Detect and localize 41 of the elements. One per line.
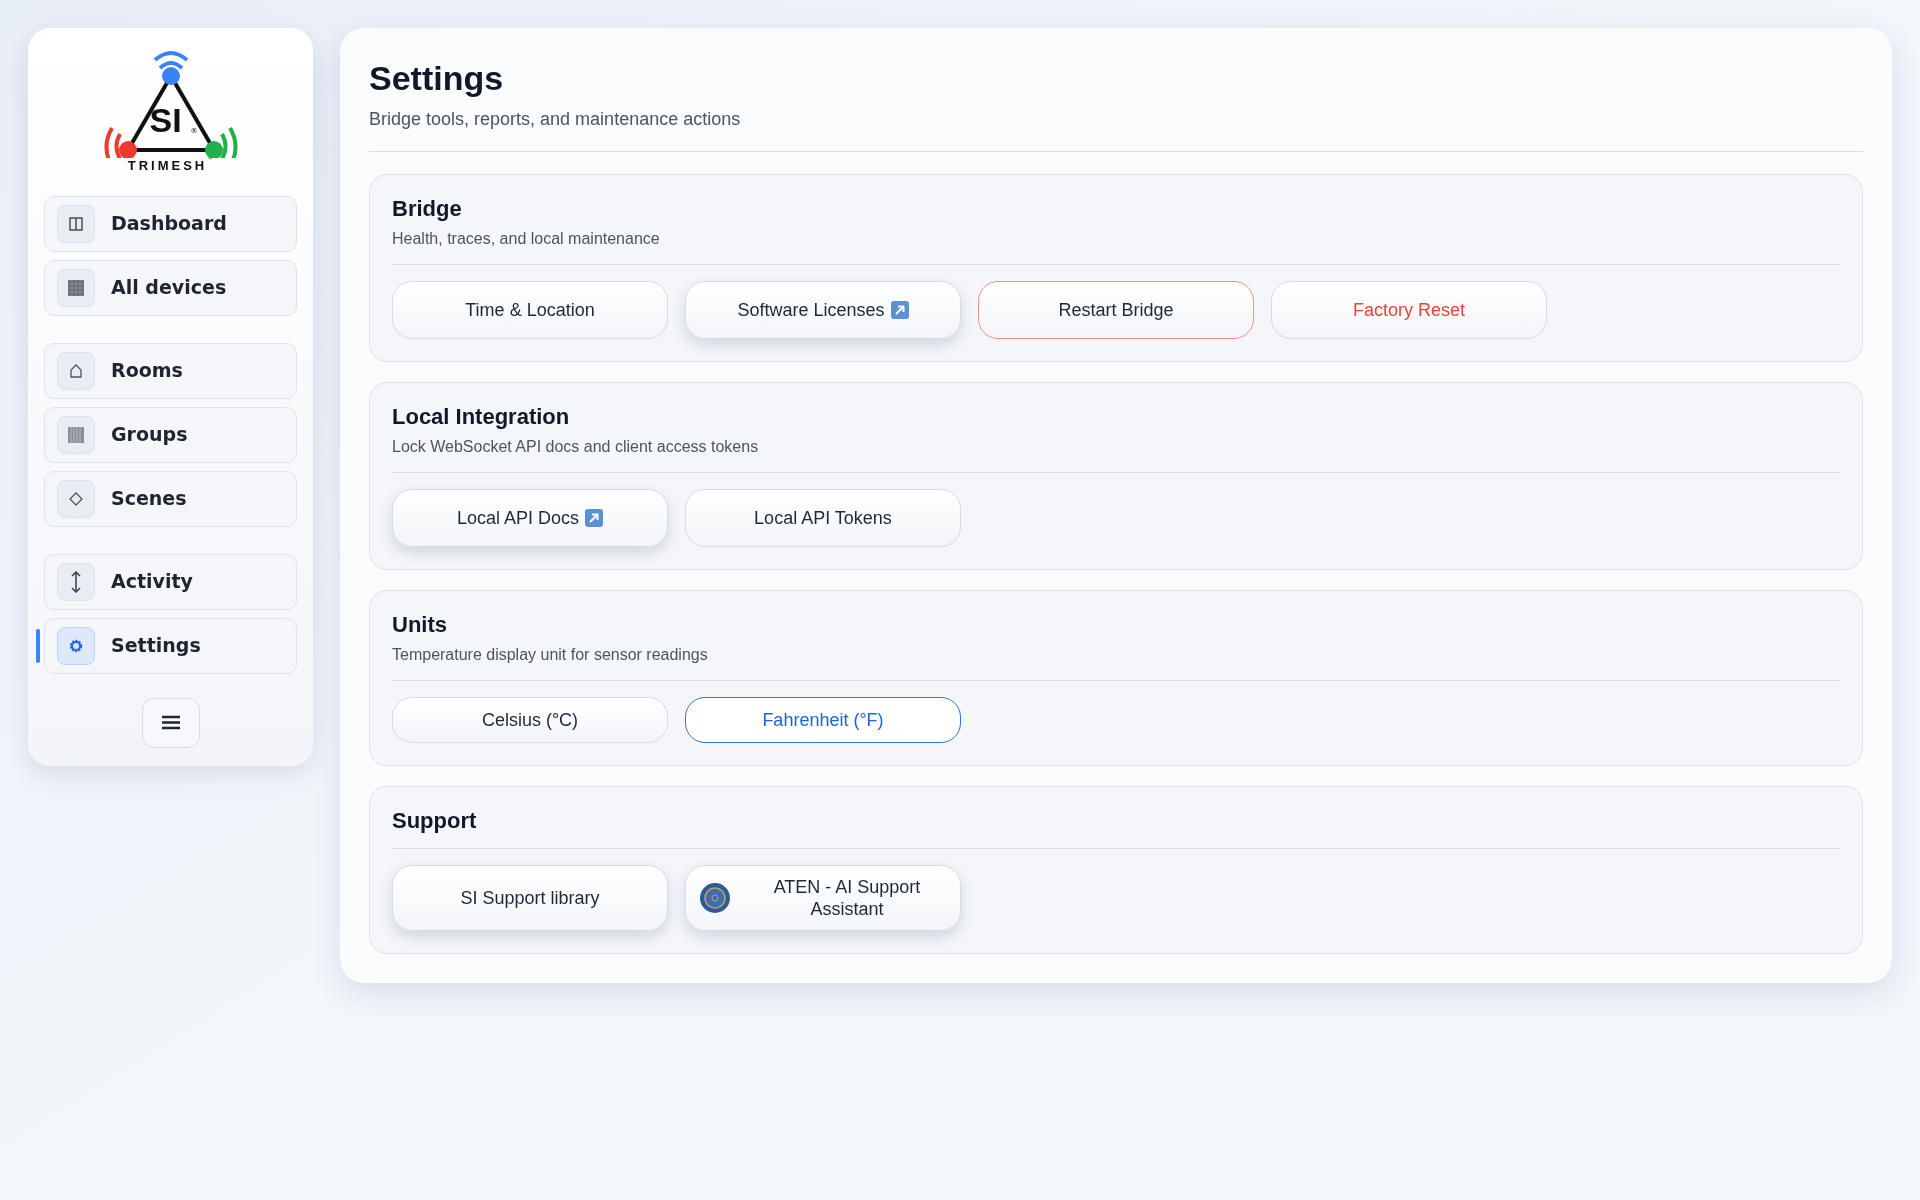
link-button[interactable]: SI Support library	[392, 865, 668, 931]
reset-button[interactable]: Factory Reset	[1271, 281, 1547, 339]
section-title: Support	[392, 807, 478, 835]
menu-icon	[161, 715, 180, 730]
menu-button[interactable]	[141, 697, 200, 748]
grid-icon	[68, 279, 84, 296]
page-subtitle: Bridge tools, reports, and maintenance actions	[369, 108, 742, 131]
logo-mark: SI	[149, 103, 182, 137]
section-description: Lock WebSocket API docs and client access tokens	[392, 437, 760, 457]
sidebar-item[interactable]: Activity	[44, 553, 297, 610]
section-description: Health, traces, and local maintenance	[392, 229, 661, 249]
page-title: Settings	[369, 58, 505, 98]
sidebar-item[interactable]: Dashboard	[44, 195, 297, 252]
settings-icon	[68, 637, 84, 654]
sidebar-item[interactable]: Groups	[44, 406, 297, 463]
external-link-icon	[585, 509, 604, 527]
sidebar-item[interactable]: Scenes	[44, 470, 297, 527]
house-icon	[69, 363, 83, 378]
sidebar-item[interactable]: All devices	[44, 259, 297, 316]
external-link-icon	[890, 301, 909, 319]
unit-option[interactable]: Fahrenheit (°F)	[685, 697, 961, 743]
action-button[interactable]: Local API Tokens	[685, 489, 961, 547]
active-indicator	[36, 628, 40, 663]
restart-button[interactable]: Restart Bridge	[978, 281, 1254, 339]
link-button[interactable]: Local API Docs	[392, 489, 668, 547]
diamond-icon	[69, 491, 83, 506]
section-title: Bridge	[392, 195, 463, 223]
columns-icon	[69, 216, 83, 231]
link-button[interactable]: Software Licenses	[685, 281, 961, 339]
up-down-arrow-icon	[70, 570, 82, 593]
sidebar-item[interactable]: Rooms	[44, 342, 297, 399]
logo-wordmark: TRIMESH	[127, 157, 208, 175]
assistant-avatar-icon	[700, 883, 730, 913]
section-title: Units	[392, 611, 448, 639]
section-title: Local Integration	[392, 403, 571, 431]
assistant-button[interactable]: ATEN - AI Support Assistant	[685, 865, 961, 931]
section-description: Temperature display unit for sensor readings	[392, 645, 709, 665]
sidebar-item[interactable]: Settings	[44, 617, 297, 674]
stripes-icon	[68, 426, 84, 443]
action-button[interactable]: Time & Location	[392, 281, 668, 339]
unit-option[interactable]: Celsius (°C)	[392, 697, 668, 743]
